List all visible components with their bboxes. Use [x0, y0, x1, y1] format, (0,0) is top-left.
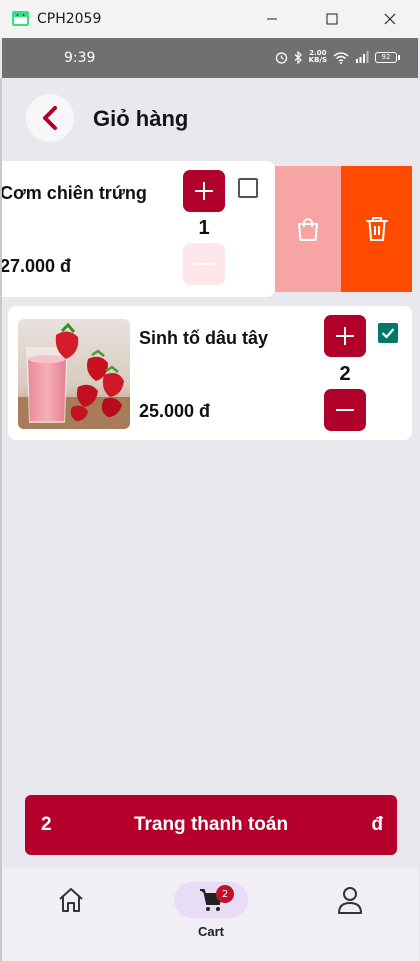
nav-cart-label: Cart	[197, 924, 224, 939]
app-window: CPH2059 9:39 2.00 KB/S 92 Giỏ hàng Cơm c…	[0, 0, 420, 961]
chevron-left-icon	[43, 106, 57, 130]
nav-home-pill	[34, 882, 108, 918]
alarm-icon	[275, 51, 287, 64]
person-icon	[338, 887, 362, 914]
plus-icon	[336, 327, 354, 345]
bottom-navigation: 2 Cart	[2, 868, 418, 961]
product-price: 27.000 đ	[2, 256, 72, 276]
trash-icon	[365, 217, 388, 241]
nav-account[interactable]	[305, 882, 395, 942]
wifi-icon	[333, 51, 349, 64]
strawberry-smoothie-image	[18, 319, 130, 429]
nav-account-pill	[313, 882, 387, 918]
select-item-checkbox[interactable]	[378, 323, 398, 343]
select-item-checkbox[interactable]	[238, 178, 258, 198]
product-name: Cơm chiên trứng	[2, 183, 147, 203]
close-button[interactable]	[362, 0, 418, 38]
page-title: Giỏ hàng	[93, 106, 189, 131]
minimize-button[interactable]	[244, 0, 300, 38]
maximize-button[interactable]	[304, 0, 360, 38]
quantity-value: 1	[198, 217, 210, 239]
minus-icon	[336, 409, 354, 411]
checkmark-icon	[381, 328, 395, 339]
nav-cart-pill: 2	[174, 882, 248, 918]
battery-indicator: 92	[375, 51, 400, 63]
cart-screen: Giỏ hàng Cơm chiên trứng 27.000 đ 1 Sinh…	[2, 78, 418, 961]
nav-cart[interactable]: 2 Cart	[166, 882, 256, 942]
product-price: 25.000 đ	[139, 401, 211, 421]
minus-icon	[195, 263, 213, 265]
increase-quantity-button[interactable]	[324, 315, 366, 357]
android-app-icon	[12, 11, 29, 26]
checkout-label: Trang thanh toán	[133, 814, 289, 835]
home-icon	[59, 888, 83, 912]
quantity-value: 2	[339, 363, 351, 385]
network-speed: 2.00 KB/S	[309, 50, 327, 64]
battery-level: 92	[375, 51, 397, 63]
window-titlebar: CPH2059	[0, 0, 420, 38]
net-speed-unit: KB/S	[308, 56, 327, 64]
checkout-total: đ	[371, 814, 383, 835]
product-name: Sinh tố dâu tây	[139, 328, 269, 348]
cart-badge: 2	[216, 885, 234, 903]
status-icons: 2.00 KB/S 92	[275, 48, 400, 66]
nav-home[interactable]	[26, 882, 116, 942]
shopping-bag-icon	[298, 218, 318, 241]
window-title: CPH2059	[37, 11, 102, 27]
minimize-icon	[267, 18, 277, 20]
cart-item-card[interactable]: Cơm chiên trứng 27.000 đ 1	[2, 161, 275, 297]
battery-tip	[398, 54, 400, 60]
status-bar: 9:39 2.00 KB/S 92	[2, 38, 418, 78]
status-time: 9:39	[64, 50, 96, 66]
decrease-quantity-button[interactable]	[324, 389, 366, 431]
decrease-quantity-button[interactable]	[183, 243, 225, 285]
checkout-button[interactable]: 2 Trang thanh toán đ	[25, 795, 397, 855]
add-to-bag-action[interactable]	[275, 166, 341, 292]
bluetooth-icon	[294, 50, 302, 64]
delete-action[interactable]	[341, 166, 412, 292]
swipe-actions	[275, 166, 412, 292]
cart-item-card[interactable]: Sinh tố dâu tây 25.000 đ 2	[8, 306, 412, 440]
increase-quantity-button[interactable]	[183, 170, 225, 212]
product-image	[18, 319, 130, 429]
maximize-icon	[326, 13, 338, 25]
signal-icon	[356, 51, 369, 63]
plus-icon	[195, 182, 213, 200]
back-button[interactable]	[26, 94, 74, 142]
close-icon	[384, 13, 396, 25]
